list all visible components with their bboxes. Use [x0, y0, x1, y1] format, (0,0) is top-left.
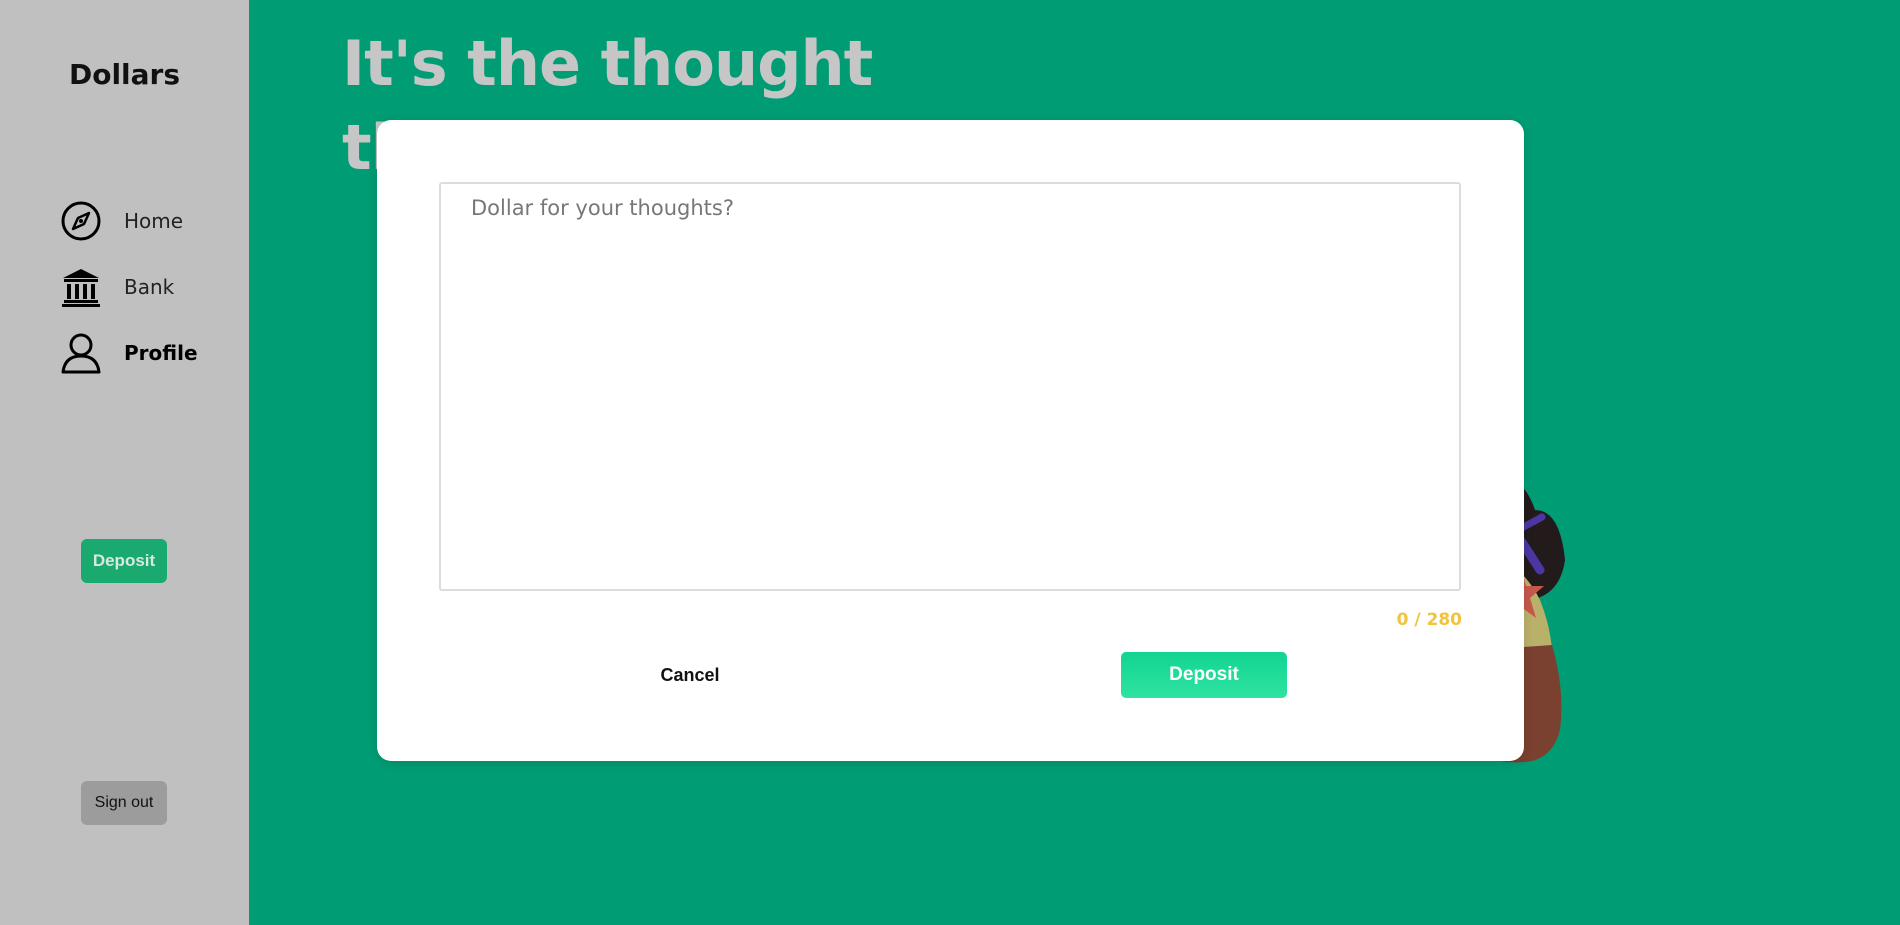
cancel-button[interactable]: Cancel [620, 653, 760, 697]
sidebar-item-bank[interactable]: Bank [60, 265, 174, 309]
app-root: Dollars Home Bank Profile Deposit Sign o… [0, 0, 1900, 925]
bank-icon [60, 266, 102, 308]
sidebar: Dollars Home Bank Profile Deposit Sign o… [0, 0, 249, 925]
sidebar-item-profile[interactable]: Profile [60, 331, 198, 375]
sidebar-item-label: Profile [124, 341, 198, 365]
user-icon [60, 332, 102, 374]
deposit-modal: 0 / 280 Cancel Deposit [377, 120, 1524, 761]
deposit-button[interactable]: Deposit [1121, 652, 1287, 698]
sidebar-item-home[interactable]: Home [60, 199, 183, 243]
thought-input[interactable] [439, 182, 1461, 591]
sign-out-button[interactable]: Sign out [81, 781, 167, 825]
sidebar-item-label: Home [124, 209, 184, 233]
app-brand: Dollars [68, 58, 181, 91]
sidebar-deposit-button[interactable]: Deposit [81, 539, 167, 583]
compass-icon [60, 200, 102, 242]
character-counter: 0 / 280 [1396, 610, 1462, 630]
sidebar-item-label: Bank [124, 275, 175, 299]
